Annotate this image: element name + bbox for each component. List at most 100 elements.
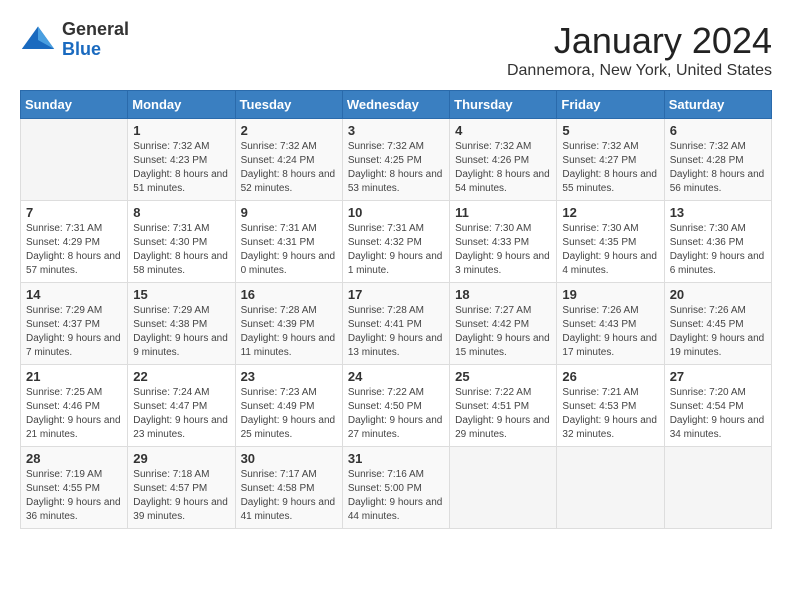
day-detail: Sunrise: 7:31 AMSunset: 4:30 PMDaylight:… — [133, 222, 229, 278]
day-number: 16 — [241, 287, 337, 302]
calendar-cell: 20Sunrise: 7:26 AMSunset: 4:45 PMDayligh… — [664, 283, 771, 365]
day-number: 24 — [348, 369, 444, 384]
logo-text: General Blue — [62, 20, 129, 60]
calendar-cell: 4 Sunrise: 7:32 AMSunset: 4:26 PMDaylight… — [450, 119, 557, 201]
calendar-cell: 5 Sunrise: 7:32 AMSunset: 4:27 PMDaylight… — [557, 119, 664, 201]
day-number: 4 — [455, 123, 551, 138]
day-number: 26 — [562, 369, 658, 384]
day-detail: Sunrise: 7:22 AMSunset: 4:51 PMDaylight:… — [455, 386, 551, 442]
day-detail: Sunrise: 7:32 AMSunset: 4:28 PMDaylight:… — [670, 140, 766, 196]
day-detail: Sunrise: 7:29 AMSunset: 4:38 PMDaylight:… — [133, 304, 229, 360]
day-number: 18 — [455, 287, 551, 302]
day-number: 27 — [670, 369, 766, 384]
day-detail: Sunrise: 7:26 AMSunset: 4:43 PMDaylight:… — [562, 304, 658, 360]
day-number: 21 — [26, 369, 122, 384]
day-number: 5 — [562, 123, 658, 138]
calendar-week-row: 14 Sunrise: 7:29 AMSunset: 4:37 PMDayligh… — [21, 283, 772, 365]
calendar-cell: 25 Sunrise: 7:22 AMSunset: 4:51 PMDayligh… — [450, 365, 557, 447]
calendar-cell: 19 Sunrise: 7:26 AMSunset: 4:43 PMDayligh… — [557, 283, 664, 365]
calendar-cell: 21 Sunrise: 7:25 AMSunset: 4:46 PMDayligh… — [21, 365, 128, 447]
calendar-cell: 28 Sunrise: 7:19 AMSunset: 4:55 PMDayligh… — [21, 447, 128, 529]
day-number: 25 — [455, 369, 551, 384]
calendar-cell: 15 Sunrise: 7:29 AMSunset: 4:38 PMDayligh… — [128, 283, 235, 365]
day-detail: Sunrise: 7:18 AMSunset: 4:57 PMDaylight:… — [133, 468, 229, 524]
calendar-cell: 17 Sunrise: 7:28 AMSunset: 4:41 PMDayligh… — [342, 283, 449, 365]
day-number: 15 — [133, 287, 229, 302]
day-detail: Sunrise: 7:30 AMSunset: 4:33 PMDaylight:… — [455, 222, 551, 278]
logo: General Blue — [20, 20, 129, 60]
calendar-week-row: 28 Sunrise: 7:19 AMSunset: 4:55 PMDayligh… — [21, 447, 772, 529]
day-detail: Sunrise: 7:23 AMSunset: 4:49 PMDaylight:… — [241, 386, 337, 442]
calendar-cell: 27 Sunrise: 7:20 AMSunset: 4:54 PMDayligh… — [664, 365, 771, 447]
weekday-header: Thursday — [450, 91, 557, 119]
day-number: 14 — [26, 287, 122, 302]
day-number: 1 — [133, 123, 229, 138]
day-detail: Sunrise: 7:32 AMSunset: 4:26 PMDaylight:… — [455, 140, 551, 196]
calendar-cell — [664, 447, 771, 529]
calendar-header-row: SundayMondayTuesdayWednesdayThursdayFrid… — [21, 91, 772, 119]
calendar-week-row: 7Sunrise: 7:31 AMSunset: 4:29 PMDaylight… — [21, 201, 772, 283]
calendar-cell: 14 Sunrise: 7:29 AMSunset: 4:37 PMDayligh… — [21, 283, 128, 365]
day-detail: Sunrise: 7:30 AMSunset: 4:36 PMDaylight:… — [670, 222, 766, 278]
calendar-cell — [450, 447, 557, 529]
day-detail: Sunrise: 7:31 AMSunset: 4:31 PMDaylight:… — [241, 222, 337, 278]
weekday-header: Sunday — [21, 91, 128, 119]
calendar-cell: 11 Sunrise: 7:30 AMSunset: 4:33 PMDayligh… — [450, 201, 557, 283]
day-number: 3 — [348, 123, 444, 138]
day-number: 22 — [133, 369, 229, 384]
day-number: 13 — [670, 205, 766, 220]
page-header: General Blue January 2024 Dannemora, New… — [20, 20, 772, 80]
calendar-week-row: 1 Sunrise: 7:32 AMSunset: 4:23 PMDaylight… — [21, 119, 772, 201]
calendar-cell: 12 Sunrise: 7:30 AMSunset: 4:35 PMDayligh… — [557, 201, 664, 283]
calendar-cell: 24 Sunrise: 7:22 AMSunset: 4:50 PMDayligh… — [342, 365, 449, 447]
day-number: 19 — [562, 287, 658, 302]
day-detail: Sunrise: 7:28 AMSunset: 4:39 PMDaylight:… — [241, 304, 337, 360]
day-number: 30 — [241, 451, 337, 466]
day-detail: Sunrise: 7:28 AMSunset: 4:41 PMDaylight:… — [348, 304, 444, 360]
calendar-cell — [21, 119, 128, 201]
day-number: 17 — [348, 287, 444, 302]
day-number: 29 — [133, 451, 229, 466]
day-number: 7 — [26, 205, 122, 220]
calendar-cell: 7Sunrise: 7:31 AMSunset: 4:29 PMDaylight… — [21, 201, 128, 283]
day-detail: Sunrise: 7:19 AMSunset: 4:55 PMDaylight:… — [26, 468, 122, 524]
month-title: January 2024 — [507, 20, 772, 62]
day-number: 6 — [670, 123, 766, 138]
day-number: 11 — [455, 205, 551, 220]
weekday-header: Wednesday — [342, 91, 449, 119]
day-number: 28 — [26, 451, 122, 466]
day-detail: Sunrise: 7:20 AMSunset: 4:54 PMDaylight:… — [670, 386, 766, 442]
day-detail: Sunrise: 7:29 AMSunset: 4:37 PMDaylight:… — [26, 304, 122, 360]
day-detail: Sunrise: 7:32 AMSunset: 4:25 PMDaylight:… — [348, 140, 444, 196]
calendar-table: SundayMondayTuesdayWednesdayThursdayFrid… — [20, 90, 772, 529]
weekday-header: Friday — [557, 91, 664, 119]
calendar-cell: 16 Sunrise: 7:28 AMSunset: 4:39 PMDayligh… — [235, 283, 342, 365]
day-detail: Sunrise: 7:16 AMSunset: 5:00 PMDaylight:… — [348, 468, 444, 524]
day-detail: Sunrise: 7:30 AMSunset: 4:35 PMDaylight:… — [562, 222, 658, 278]
calendar-cell — [557, 447, 664, 529]
day-number: 31 — [348, 451, 444, 466]
day-detail: Sunrise: 7:22 AMSunset: 4:50 PMDaylight:… — [348, 386, 444, 442]
day-detail: Sunrise: 7:27 AMSunset: 4:42 PMDaylight:… — [455, 304, 551, 360]
calendar-cell: 18 Sunrise: 7:27 AMSunset: 4:42 PMDayligh… — [450, 283, 557, 365]
calendar-cell: 1 Sunrise: 7:32 AMSunset: 4:23 PMDaylight… — [128, 119, 235, 201]
calendar-cell: 3 Sunrise: 7:32 AMSunset: 4:25 PMDaylight… — [342, 119, 449, 201]
day-number: 10 — [348, 205, 444, 220]
day-detail: Sunrise: 7:17 AMSunset: 4:58 PMDaylight:… — [241, 468, 337, 524]
calendar-cell: 29 Sunrise: 7:18 AMSunset: 4:57 PMDayligh… — [128, 447, 235, 529]
title-block: January 2024 Dannemora, New York, United… — [507, 20, 772, 80]
day-detail: Sunrise: 7:25 AMSunset: 4:46 PMDaylight:… — [26, 386, 122, 442]
day-detail: Sunrise: 7:32 AMSunset: 4:24 PMDaylight:… — [241, 140, 337, 196]
day-detail: Sunrise: 7:26 AMSunset: 4:45 PMDaylight:… — [670, 304, 766, 360]
calendar-cell: 6 Sunrise: 7:32 AMSunset: 4:28 PMDaylight… — [664, 119, 771, 201]
day-detail: Sunrise: 7:32 AMSunset: 4:23 PMDaylight:… — [133, 140, 229, 196]
weekday-header: Tuesday — [235, 91, 342, 119]
calendar-cell: 30 Sunrise: 7:17 AMSunset: 4:58 PMDayligh… — [235, 447, 342, 529]
location-title: Dannemora, New York, United States — [507, 62, 772, 80]
day-number: 12 — [562, 205, 658, 220]
logo-icon — [20, 22, 56, 58]
calendar-cell: 22Sunrise: 7:24 AMSunset: 4:47 PMDayligh… — [128, 365, 235, 447]
day-detail: Sunrise: 7:32 AMSunset: 4:27 PMDaylight:… — [562, 140, 658, 196]
weekday-header: Saturday — [664, 91, 771, 119]
calendar-cell: 9Sunrise: 7:31 AMSunset: 4:31 PMDaylight… — [235, 201, 342, 283]
